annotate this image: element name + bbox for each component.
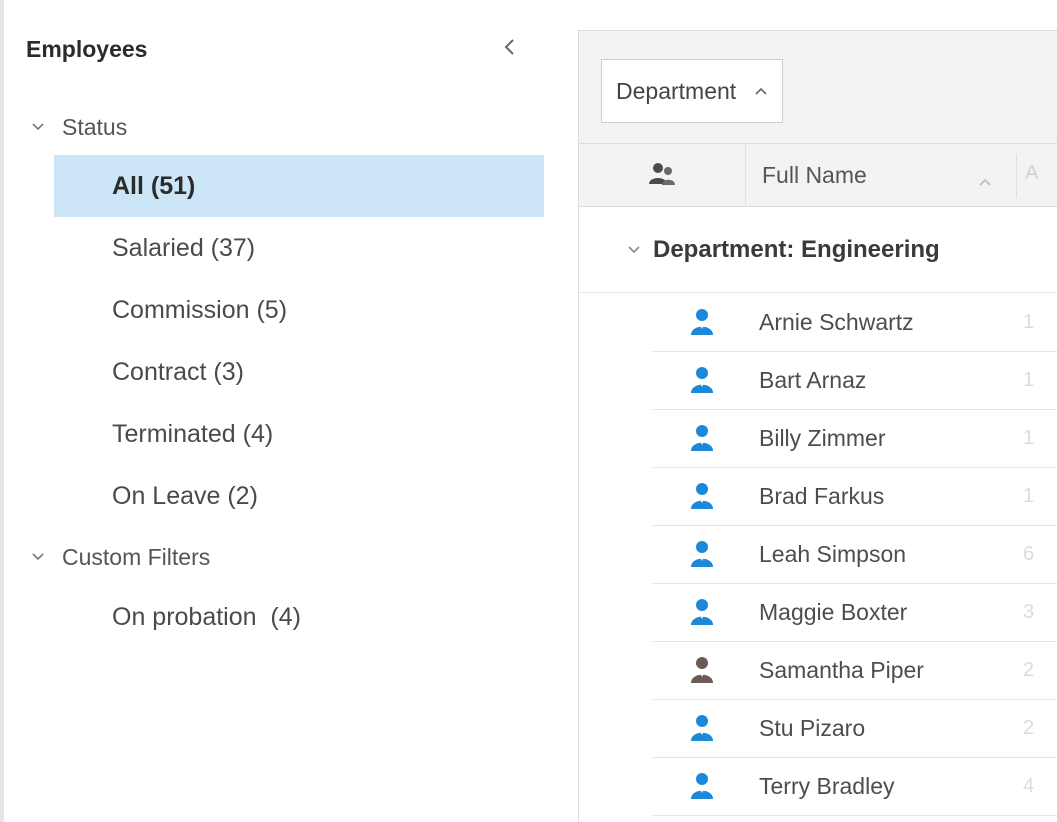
column-header-next[interactable]: A [1025,162,1038,185]
row-full-name: Brad Farkus [759,482,885,509]
row-next-column-value: 1 [1023,426,1035,449]
window-edge [0,0,4,822]
row-full-name: Bart Arnaz [759,366,867,393]
row-next-column-value: 2 [1023,716,1035,739]
group-by-department-chip[interactable]: Department [601,59,784,123]
table-row[interactable]: Terry Bradley 4 [653,757,1057,816]
group-chip-label: Department [616,77,737,104]
table-row[interactable]: Stu Pizaro 2 [653,699,1057,758]
person-icon [689,713,715,743]
chevron-up-icon [978,166,992,193]
app-window: Employees Status All (51) Salaried (37) … [0,0,1057,822]
table-row[interactable]: Leah Simpson 6 [653,525,1057,584]
custom-filters-group-label: Custom Filters [62,543,211,570]
person-icon [689,771,715,801]
row-full-name: Arnie Schwartz [759,308,914,335]
nav-item-label: Terminated (4) [112,419,274,448]
nav-item-label: Commission (5) [112,295,288,324]
table-row[interactable]: Bart Arnaz 1 [653,351,1057,410]
chevron-up-icon [754,86,768,96]
person-icon [689,423,715,453]
table-row[interactable]: Arnie Schwartz 1 [653,293,1057,352]
nav-item-on-leave[interactable]: On Leave (2) [54,465,544,527]
nav-title: Employees [26,36,148,62]
nav-item-on-probation[interactable]: On probation (4) [54,586,544,648]
person-icon [689,539,715,569]
nav-item-salaried[interactable]: Salaried (37) [54,217,544,279]
table-row[interactable]: Samantha Piper 2 [653,641,1057,700]
collapse-panel-button[interactable] [495,32,525,62]
person-icon [689,597,715,627]
row-next-column-value: 1 [1023,484,1035,507]
chevron-down-icon [627,242,643,258]
group-row-engineering[interactable]: Department: Engineering [579,207,1057,293]
person-icon [689,655,715,685]
group-by-panel: Department [579,31,1057,143]
row-full-name: Stu Pizaro [759,714,866,741]
nav-item-commission[interactable]: Commission (5) [54,279,544,341]
row-next-column-value: 2 [1023,658,1035,681]
table-row[interactable]: Billy Zimmer 1 [653,409,1057,468]
nav-item-all[interactable]: All (51) [54,155,544,217]
column-header-full-name[interactable]: Full Name [746,144,1016,206]
row-next-column-value: 4 [1023,774,1035,797]
row-full-name: Maggie Boxter [759,598,908,625]
column-header-photo[interactable] [579,144,746,206]
status-group-label: Status [62,113,128,140]
row-next-column-value: 1 [1023,310,1035,333]
row-next-column-value: 6 [1023,542,1035,565]
nav-item-terminated[interactable]: Terminated (4) [54,403,544,465]
row-full-name: Samantha Piper [759,656,924,683]
column-header-row: Full Name A [579,143,1057,207]
custom-filters-group-header[interactable]: Custom Filters [30,540,210,574]
nav-item-contract[interactable]: Contract (3) [54,341,544,403]
nav-item-label: All (51) [112,171,196,200]
row-full-name: Billy Zimmer [759,424,886,451]
nav-item-label: On probation (4) [112,602,301,631]
users-icon [649,163,675,185]
person-icon [689,365,715,395]
chevron-down-icon [30,549,46,565]
employee-grid: Department Full Name A Department: Engin… [578,30,1057,822]
column-header-label: Full Name [762,161,867,188]
person-icon [689,307,715,337]
group-row-label: Department: Engineering [653,235,940,263]
nav-item-label: Contract (3) [112,357,244,386]
navigation-panel: Employees Status All (51) Salaried (37) … [0,0,560,822]
chevron-left-icon [504,39,514,55]
row-full-name: Terry Bradley [759,772,895,799]
status-group-header[interactable]: Status [30,110,127,144]
row-next-column-value: 3 [1023,600,1035,623]
row-next-column-value: 1 [1023,368,1035,391]
row-full-name: Leah Simpson [759,540,907,567]
column-divider[interactable] [1016,154,1017,198]
nav-item-label: On Leave (2) [112,481,258,510]
table-row[interactable]: Maggie Boxter 3 [653,583,1057,642]
table-row[interactable]: Brad Farkus 1 [653,467,1057,526]
person-icon [689,481,715,511]
chevron-down-icon [30,119,46,135]
nav-item-label: Salaried (37) [112,233,256,262]
